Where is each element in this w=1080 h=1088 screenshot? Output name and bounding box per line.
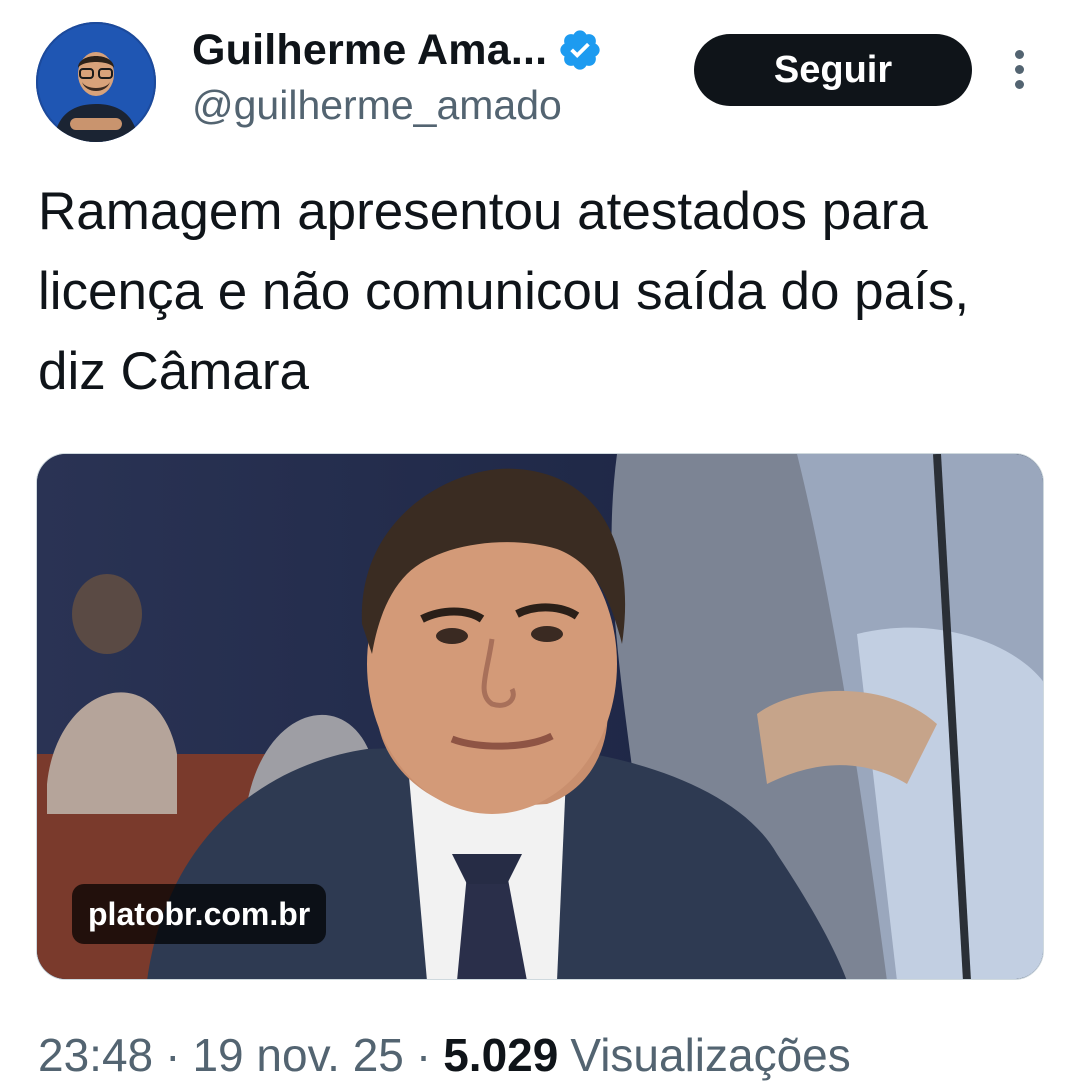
link-domain-label: platobr.com.br [72,884,327,944]
more-vertical-icon[interactable] [1004,50,1034,92]
author-handle[interactable]: @guilherme_amado [192,82,562,129]
tweet-date[interactable]: 19 nov. 25 [192,1028,403,1082]
author-display-name[interactable]: Guilherme Ama... [192,26,547,75]
verified-badge-icon [557,27,603,73]
follow-button[interactable]: Seguir [694,34,972,106]
meta-separator: · [165,1029,181,1081]
views-count: 5.029 [443,1029,559,1081]
tweet-meta: 23:48 · 19 nov. 25 · 5.029 Visualizações [38,1022,851,1088]
views-label: Visualizações [570,1029,851,1081]
tweet-header: Guilherme Ama... @guilherme_amado Seguir [0,0,1080,160]
author-name-row: Guilherme Ama... [192,22,603,78]
meta-separator: · [415,1029,432,1081]
tweet-text: Ramagem apresentou atestados para licenç… [38,182,970,401]
tweet-time[interactable]: 23:48 [38,1028,153,1082]
avatar[interactable] [36,22,156,142]
